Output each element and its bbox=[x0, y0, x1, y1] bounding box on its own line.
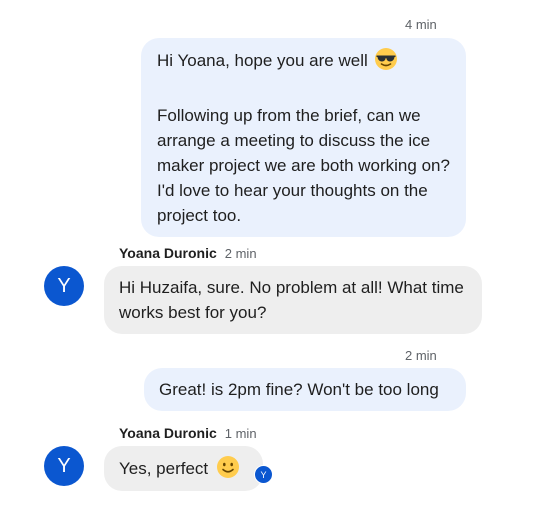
message-timestamp: 4 min bbox=[405, 17, 437, 32]
outgoing-message-bubble[interactable]: Great! is 2pm fine? Won't be too long bbox=[144, 368, 466, 411]
message-timestamp: 1 min bbox=[224, 426, 257, 441]
message-text: Following up from the brief, can we arra… bbox=[157, 106, 450, 225]
incoming-message-bubble[interactable]: Hi Huzaifa, sure. No problem at all! Wha… bbox=[104, 266, 482, 334]
outgoing-message-bubble[interactable]: Hi Yoana, hope you are well Following up… bbox=[141, 38, 466, 237]
avatar[interactable]: Y bbox=[44, 266, 84, 306]
message-timestamp: 2 min bbox=[224, 246, 257, 261]
read-receipt-avatar: Y bbox=[254, 465, 273, 484]
sender-name: Yoana Duronic bbox=[119, 245, 217, 261]
message-text: Great! is 2pm fine? Won't be too long bbox=[159, 380, 439, 399]
avatar[interactable]: Y bbox=[44, 446, 84, 486]
incoming-message-bubble[interactable]: Yes, perfect bbox=[104, 446, 263, 491]
clipped-chevron-icon bbox=[292, 0, 302, 2]
message-text: Hi Yoana, hope you are well bbox=[157, 51, 368, 70]
sunglasses-face-icon bbox=[374, 47, 398, 78]
sender-name: Yoana Duronic bbox=[119, 425, 217, 441]
sender-row: Yoana Duronic 1 min bbox=[119, 425, 257, 441]
message-text: Hi Huzaifa, sure. No problem at all! Wha… bbox=[119, 278, 464, 322]
slightly-smiling-face-icon bbox=[216, 455, 240, 486]
sender-row: Yoana Duronic 2 min bbox=[119, 245, 257, 261]
message-timestamp: 2 min bbox=[405, 348, 437, 363]
message-line: Hi Yoana, hope you are well bbox=[157, 47, 450, 78]
message-text: Yes, perfect bbox=[119, 459, 209, 478]
